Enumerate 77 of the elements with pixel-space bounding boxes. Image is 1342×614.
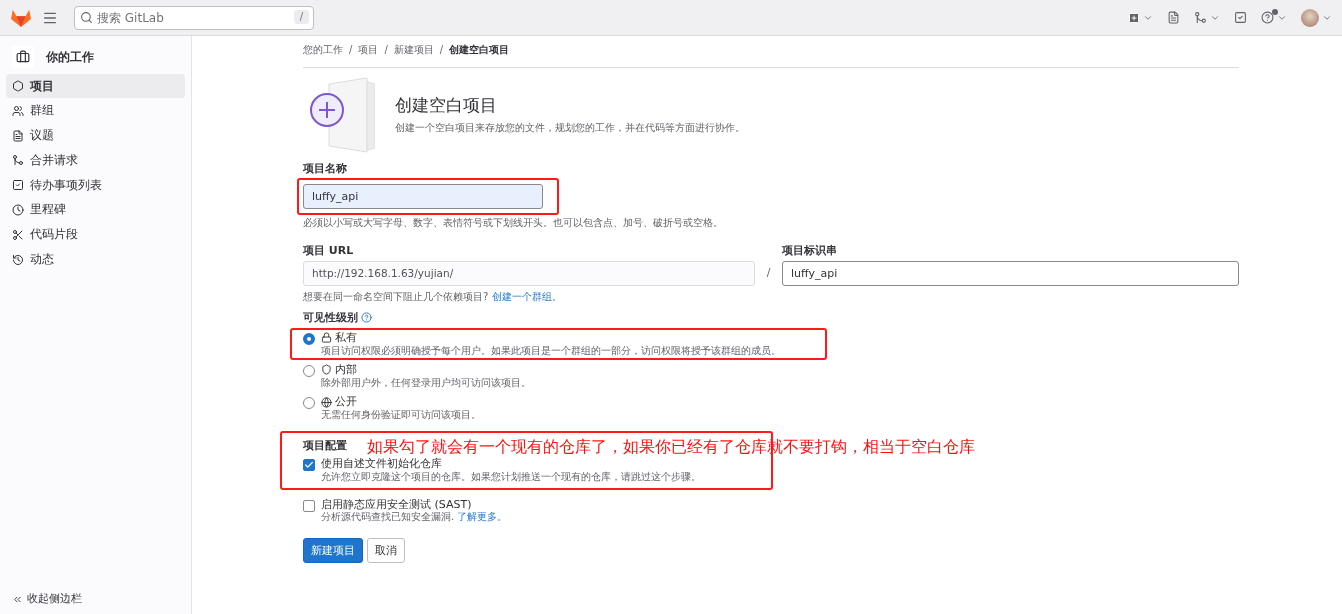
option-description: 无需任何身份验证即可访问该项目。 (321, 409, 481, 422)
breadcrumb-separator: / (439, 44, 444, 57)
option-label: 使用自述文件初始化仓库 (321, 457, 443, 471)
merge-requests-dropdown[interactable] (1194, 11, 1220, 24)
shield-icon (321, 364, 332, 376)
plus-square-icon (1128, 11, 1140, 24)
help-icon (1261, 11, 1274, 24)
notification-dot (1272, 9, 1278, 15)
field-label: 可见性级别 (303, 311, 358, 325)
hexagon-icon (12, 80, 24, 92)
breadcrumb-link[interactable]: 您的工作 (303, 44, 343, 57)
project-url-field[interactable]: http://192.168.1.63/yujian/ (303, 260, 755, 286)
breadcrumb-link[interactable]: 项目 (358, 44, 379, 57)
create-project-button[interactable]: 新建项目 (303, 537, 363, 563)
checkbox-icon (1234, 11, 1247, 24)
sidebar-item[interactable]: 合并请求 (6, 148, 185, 173)
collapse-sidebar-link[interactable]: 收起侧边栏 (6, 592, 185, 606)
checkbox-icon (12, 179, 24, 192)
todo-button[interactable] (1234, 11, 1247, 24)
sidebar-item[interactable]: 群组 (6, 98, 185, 123)
project-name-field[interactable]: luffy_api (303, 184, 543, 210)
issues-button[interactable] (1167, 11, 1180, 24)
page-description: 创建一个空白项目来存放您的文件，规划您的工作，并在代码等方面进行协作。 (395, 121, 745, 135)
users-icon (12, 104, 24, 117)
option-label: 私有 (335, 330, 357, 345)
help-dropdown[interactable] (1261, 11, 1287, 24)
scissors-icon (12, 228, 24, 241)
sidebar-item[interactable]: 代码片段 (6, 222, 185, 247)
radio-button[interactable] (303, 332, 315, 345)
sidebar-item[interactable]: 项目 (6, 74, 185, 98)
cancel-button[interactable]: 取消 (367, 537, 405, 563)
radio-button[interactable] (303, 397, 315, 410)
history-icon (12, 253, 24, 266)
field-label: 项目配置 (303, 438, 347, 453)
field-label: 项目 URL (303, 243, 354, 258)
breadcrumb-separator: / (384, 44, 388, 57)
option-description: 项目访问权限必须明确授予每个用户。如果此项目是一个群组的一部分，访问权限将授予该群组的成员。 (321, 344, 781, 357)
create-dropdown[interactable] (1128, 11, 1153, 24)
option-label: 启用静态应用安全测试 (SAST) (321, 497, 473, 511)
create-group-link[interactable]: 创建一个群组。 (491, 290, 562, 302)
document-icon (1167, 11, 1180, 24)
breadcrumb-link[interactable]: 新建项目 (393, 44, 434, 57)
merge-icon (1194, 11, 1207, 24)
sidebar-item[interactable]: 待办事项列表 (6, 173, 185, 198)
option-label: 公开 (335, 395, 357, 409)
radio-button[interactable] (303, 365, 315, 377)
merge-icon (12, 154, 24, 167)
field-hint: 必须以小写或大写字母、数字、表情符号或下划线开头。也可以包含点、加号、破折号或空格。 (303, 217, 724, 230)
avatar (1301, 8, 1319, 27)
clock-icon (12, 204, 24, 216)
url-help-text: 想要在同一命名空间下阻止几个依赖项目? 创建一个群组。 (303, 290, 563, 303)
option-description: 允许您立即克隆这个项目的仓库。如果您计划推送一个现有的仓库，请跳过这个步骤。 (321, 471, 701, 484)
help-icon[interactable] (361, 312, 372, 324)
globe-icon (321, 396, 332, 408)
sidebar-item[interactable]: 动态 (6, 247, 185, 272)
option-description: 除外部用户外，任何登录用户均可访问该项目。 (321, 376, 531, 390)
document-icon (12, 129, 24, 142)
field-label: 项目标识串 (782, 243, 837, 258)
option-description: 分析源代码查找已知安全漏洞. 了解更多。 (321, 511, 508, 524)
lock-icon (321, 332, 332, 344)
checkbox[interactable] (303, 459, 315, 472)
project-slug-field[interactable]: luffy_api (782, 260, 1239, 286)
checkbox[interactable] (303, 499, 315, 512)
field-label: 项目名称 (303, 161, 347, 176)
avatar-dropdown[interactable] (1301, 8, 1332, 27)
path-separator: / (765, 265, 772, 281)
sidebar-item[interactable]: 里程碑 (6, 198, 185, 222)
breadcrumb-separator: / (349, 44, 353, 57)
briefcase-icon (12, 46, 34, 68)
breadcrumb-link[interactable]: 创建空白项目 (449, 44, 510, 57)
page-title: 创建空白项目 (395, 94, 498, 116)
learn-more-link[interactable]: 了解更多。 (457, 511, 508, 523)
search-icon (80, 10, 93, 24)
sidebar-item[interactable]: 议题 (6, 123, 185, 148)
check-icon (304, 460, 314, 471)
sidebar-title: 你的工作 (46, 49, 94, 65)
option-label: 内部 (335, 363, 357, 377)
